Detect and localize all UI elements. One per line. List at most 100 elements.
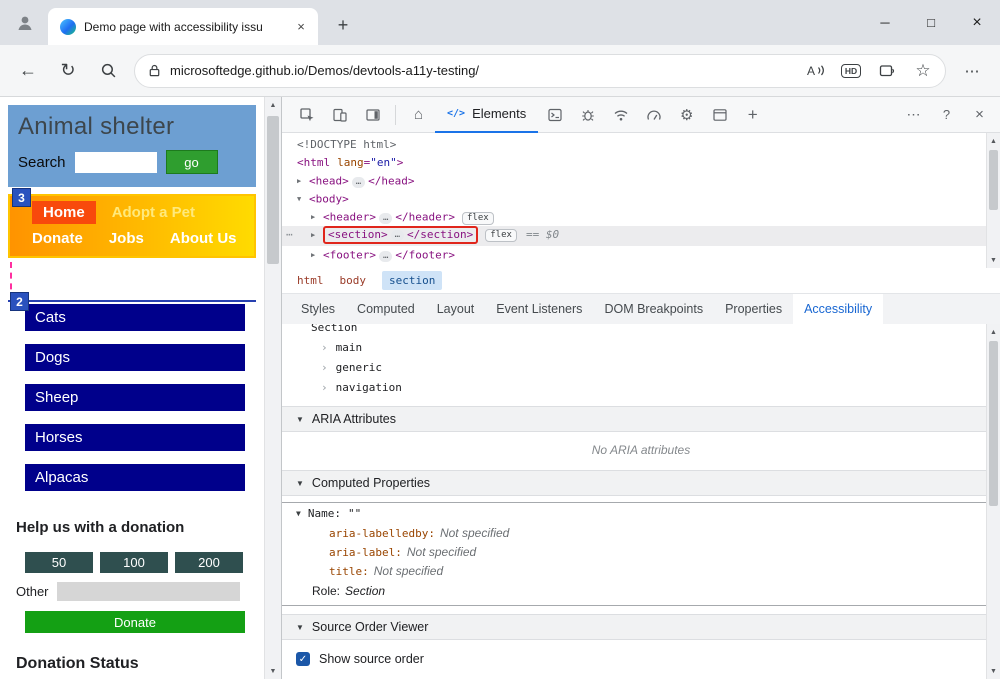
close-window-button[interactable]: × bbox=[954, 0, 1000, 45]
more-tools-button[interactable]: + bbox=[736, 100, 769, 130]
amount-200-button[interactable]: 200 bbox=[175, 552, 243, 573]
site-search-input[interactable] bbox=[74, 151, 157, 173]
tree-row-doctype[interactable]: <!DOCTYPE html> bbox=[282, 136, 1000, 154]
amount-100-button[interactable]: 100 bbox=[100, 552, 168, 573]
issues-button[interactable] bbox=[571, 100, 604, 130]
application-button[interactable] bbox=[703, 100, 736, 130]
ax-node-generic[interactable]: › generic bbox=[311, 358, 1000, 378]
devtools-menu-button[interactable]: ⋯ bbox=[897, 100, 930, 130]
settings-gear-icon[interactable]: ⚙ bbox=[670, 100, 703, 130]
donate-button[interactable]: Donate bbox=[25, 611, 245, 633]
hd-indicator[interactable]: HD bbox=[837, 57, 865, 85]
accessibility-scrollbar[interactable]: ▲ ▼ bbox=[986, 324, 1000, 679]
expand-icon[interactable]: ▶ bbox=[297, 172, 309, 190]
chevron-right-icon[interactable]: › bbox=[321, 381, 328, 394]
breadcrumb-section[interactable]: section bbox=[382, 271, 443, 290]
minimize-button[interactable]: ─ bbox=[862, 0, 908, 45]
list-item-alpacas[interactable]: Alpacas bbox=[25, 464, 245, 491]
go-button[interactable]: go bbox=[165, 150, 218, 174]
collapsed-content-icon[interactable]: … bbox=[351, 176, 366, 188]
scrollbar-thumb[interactable] bbox=[267, 116, 279, 264]
aria-attributes-header[interactable]: ▼ ARIA Attributes bbox=[282, 406, 1000, 432]
show-source-order-checkbox[interactable]: ✓ bbox=[296, 652, 310, 666]
nav-link-jobs[interactable]: Jobs bbox=[109, 230, 144, 247]
tab-styles[interactable]: Styles bbox=[290, 294, 346, 324]
tab-computed[interactable]: Computed bbox=[346, 294, 426, 324]
nav-link-home[interactable]: Home bbox=[32, 201, 96, 224]
ax-node-section[interactable]: Section bbox=[311, 324, 1000, 338]
tree-row-html[interactable]: <html lang="en"> bbox=[282, 154, 1000, 172]
scroll-down-icon[interactable]: ▼ bbox=[987, 663, 1000, 679]
tab-event-listeners[interactable]: Event Listeners bbox=[485, 294, 593, 324]
devtools-home-button[interactable]: ⌂ bbox=[402, 100, 435, 130]
scrollbar-thumb[interactable] bbox=[989, 341, 998, 506]
breadcrumb-html[interactable]: html bbox=[297, 274, 324, 287]
expand-icon[interactable]: ▶ bbox=[311, 246, 323, 264]
expand-icon[interactable]: ▶ bbox=[311, 227, 323, 243]
browser-menu-button[interactable]: ⋯ bbox=[954, 53, 990, 89]
tree-row-footer[interactable]: ▶ <footer>… </footer> bbox=[282, 246, 1000, 264]
amount-50-button[interactable]: 50 bbox=[25, 552, 93, 573]
list-item-cats[interactable]: Cats bbox=[25, 304, 245, 331]
performance-button[interactable] bbox=[637, 100, 670, 130]
devtools-close-button[interactable]: × bbox=[963, 100, 996, 130]
device-emulation-button[interactable] bbox=[323, 100, 356, 130]
favorites-star-button[interactable]: ☆ bbox=[909, 57, 937, 85]
inspect-element-button[interactable] bbox=[290, 100, 323, 130]
tree-row-section-selected[interactable]: ⋯ ▶ <section>… </section> flex == $0 bbox=[282, 226, 1000, 246]
chevron-right-icon[interactable]: › bbox=[321, 361, 328, 374]
scroll-up-icon[interactable]: ▲ bbox=[987, 133, 1000, 149]
refresh-button[interactable]: ↻ bbox=[50, 53, 86, 89]
tree-row-head[interactable]: ▶ <head>… </head> bbox=[282, 172, 1000, 190]
list-item-horses[interactable]: Horses bbox=[25, 424, 245, 451]
nav-link-about[interactable]: About Us bbox=[170, 230, 237, 247]
new-tab-button[interactable]: + bbox=[330, 12, 356, 38]
browser-tab[interactable]: Demo page with accessibility issu × bbox=[48, 8, 318, 45]
search-button[interactable] bbox=[90, 53, 126, 89]
source-order-viewer-header[interactable]: ▼ Source Order Viewer bbox=[282, 614, 1000, 640]
network-button[interactable] bbox=[604, 100, 637, 130]
list-item-dogs[interactable]: Dogs bbox=[25, 344, 245, 371]
collapse-icon[interactable]: ▼ bbox=[297, 190, 309, 208]
breadcrumb-body[interactable]: body bbox=[340, 274, 367, 287]
dock-side-button[interactable] bbox=[356, 100, 389, 130]
other-amount-input[interactable] bbox=[56, 582, 240, 601]
read-aloud-button[interactable]: A bbox=[801, 57, 829, 85]
scroll-up-icon[interactable]: ▲ bbox=[987, 324, 1000, 340]
computed-name-row[interactable]: ▼ Name: "" bbox=[282, 503, 1000, 524]
address-bar[interactable]: microsoftedge.github.io/Demos/devtools-a… bbox=[134, 53, 946, 88]
list-item-sheep[interactable]: Sheep bbox=[25, 384, 245, 411]
ax-node-navigation[interactable]: › navigation bbox=[311, 378, 1000, 398]
scrollbar-thumb[interactable] bbox=[989, 150, 998, 210]
node-more-actions-icon[interactable]: ⋯ bbox=[286, 227, 293, 243]
computed-properties-header[interactable]: ▼ Computed Properties bbox=[282, 470, 1000, 496]
nav-link-adopt[interactable]: Adopt a Pet bbox=[112, 204, 195, 221]
collapsed-content-icon[interactable]: … bbox=[378, 212, 393, 224]
back-button[interactable]: ← bbox=[10, 53, 46, 89]
scroll-up-icon[interactable]: ▲ bbox=[265, 97, 281, 113]
expand-icon[interactable]: ▶ bbox=[311, 208, 323, 226]
collapsed-content-icon[interactable]: … bbox=[378, 250, 393, 262]
ax-node-main[interactable]: › main bbox=[311, 338, 1000, 358]
profile-button[interactable] bbox=[7, 8, 43, 38]
flex-badge[interactable]: flex bbox=[462, 211, 494, 225]
flex-badge[interactable]: flex bbox=[485, 229, 517, 242]
split-screen-button[interactable] bbox=[873, 57, 901, 85]
url-text[interactable]: microsoftedge.github.io/Demos/devtools-a… bbox=[170, 63, 793, 78]
maximize-button[interactable]: □ bbox=[908, 0, 954, 45]
scroll-down-icon[interactable]: ▼ bbox=[987, 252, 1000, 268]
tree-row-header[interactable]: ▶ <header>… </header> flex bbox=[282, 208, 1000, 226]
chevron-right-icon[interactable]: › bbox=[321, 341, 328, 354]
tab-layout[interactable]: Layout bbox=[426, 294, 486, 324]
elements-scrollbar[interactable]: ▲ ▼ bbox=[986, 133, 1000, 268]
tree-row-body[interactable]: ▼ <body> bbox=[282, 190, 1000, 208]
collapsed-content-icon[interactable]: … bbox=[390, 230, 405, 241]
scroll-down-icon[interactable]: ▼ bbox=[265, 663, 281, 679]
tab-properties[interactable]: Properties bbox=[714, 294, 793, 324]
tab-accessibility[interactable]: Accessibility bbox=[793, 294, 884, 324]
nav-link-donate[interactable]: Donate bbox=[32, 230, 83, 247]
console-button[interactable] bbox=[538, 100, 571, 130]
tab-elements[interactable]: </> Elements bbox=[435, 97, 539, 133]
tab-close-button[interactable]: × bbox=[292, 18, 310, 36]
page-scrollbar[interactable]: ▲ ▼ bbox=[264, 97, 281, 679]
